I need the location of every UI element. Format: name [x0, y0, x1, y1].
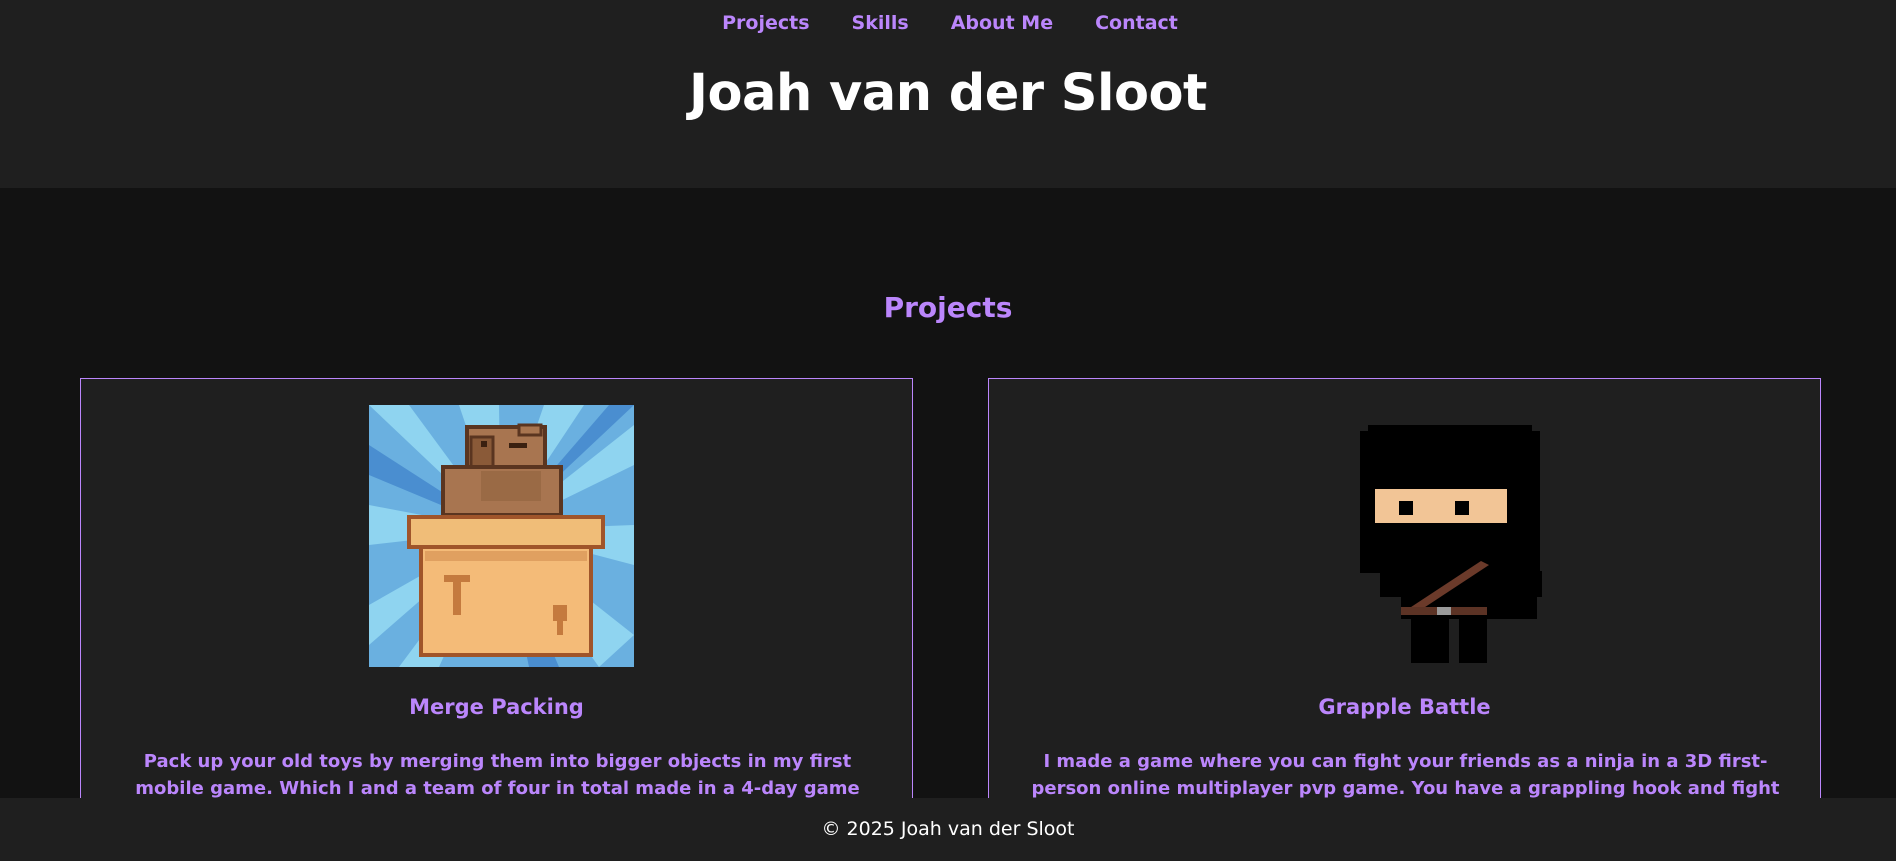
nav-link-skills[interactable]: Skills	[852, 12, 909, 34]
project-card-grapple-battle[interactable]: Grapple Battle I made a game where you c…	[988, 378, 1821, 858]
nav-link-about-me[interactable]: About Me	[951, 12, 1053, 34]
projects-heading: Projects	[883, 291, 1013, 324]
merge-packing-image	[369, 405, 634, 667]
project-title: Grapple Battle	[1318, 695, 1491, 719]
main-nav: Projects Skills About Me Contact	[0, 12, 1896, 34]
site-title: Joah van der Sloot	[689, 64, 1207, 123]
site-footer: © 2025 Joah van der Sloot	[0, 798, 1896, 861]
project-card-merge-packing[interactable]: Merge Packing Pack up your old toys by m…	[80, 378, 913, 858]
project-title: Merge Packing	[409, 695, 584, 719]
copyright-text: © 2025 Joah van der Sloot	[821, 818, 1075, 840]
nav-link-contact[interactable]: Contact	[1095, 12, 1178, 34]
nav-link-projects[interactable]: Projects	[722, 12, 809, 34]
site-header: Projects Skills About Me Contact Joah va…	[0, 0, 1896, 188]
grapple-battle-image	[1277, 405, 1542, 667]
